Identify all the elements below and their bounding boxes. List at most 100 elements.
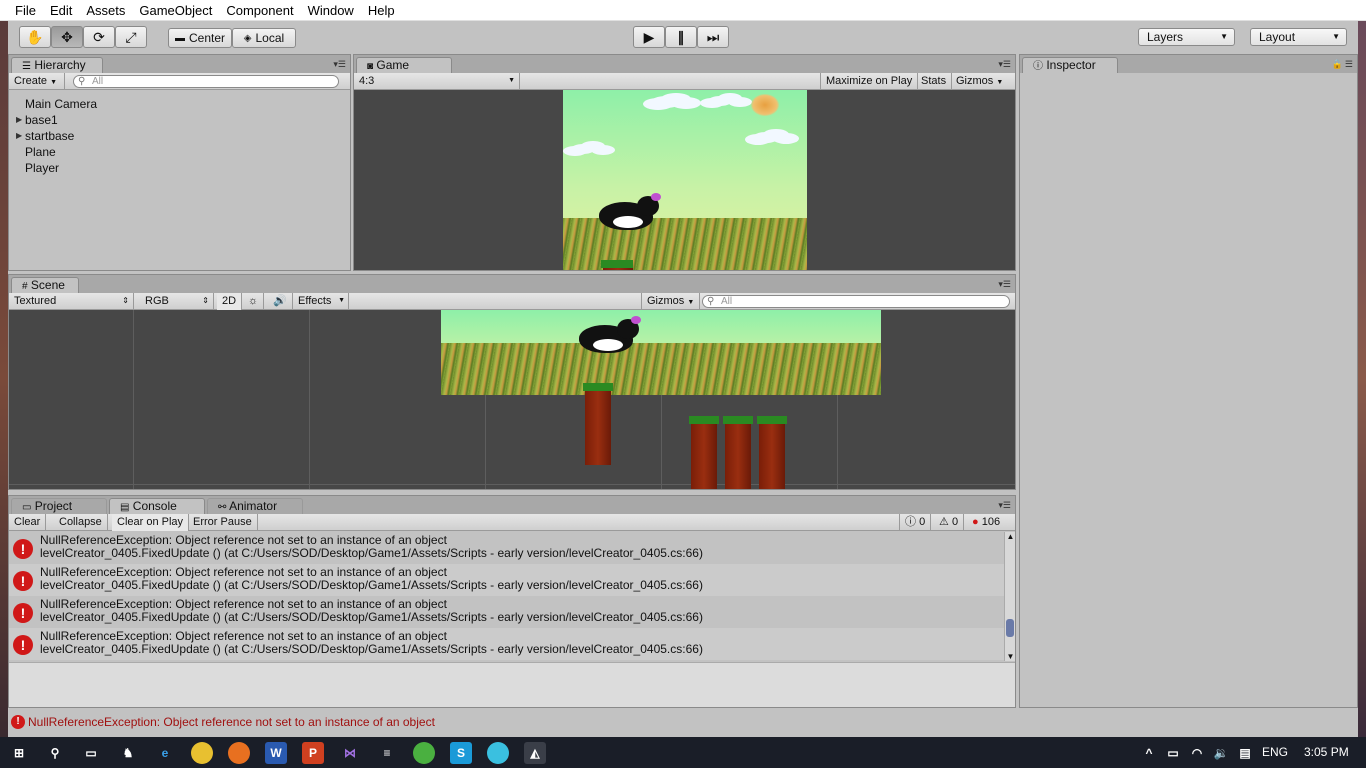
step-button[interactable]: ⏭ [697,26,729,48]
chevron-up-icon[interactable]: ^ [1138,742,1160,764]
lock-icon[interactable]: 🔒 [1332,59,1343,70]
windows-start-icon[interactable]: ⊞ [8,742,30,764]
hierarchy-item-main-camera[interactable]: Main Camera [25,97,97,111]
skype-icon[interactable]: S [450,742,472,764]
log-stacktrace: levelCreator_0405.FixedUpdate () (at C:/… [40,578,703,592]
layers-dropdown[interactable]: Layers ▼ [1138,28,1235,46]
game-icon: ◙ [367,61,374,72]
wifi-icon[interactable]: ◠ [1186,742,1208,764]
menu-help[interactable]: Help [361,0,402,21]
scrollbar-thumb[interactable] [1006,619,1014,637]
console-tabrow: ▭ Project ▤ Console ⚯ Animator ▾☰ [9,496,1015,514]
panel-menu-icon[interactable]: ▾☰ [998,59,1011,70]
menu-file[interactable]: File [8,0,43,21]
chrome-icon[interactable] [191,742,213,764]
hierarchy-search-input[interactable]: ⚲ All [73,75,339,88]
panel-menu-icon[interactable]: ☰ [1345,59,1353,70]
app-icon-3[interactable] [487,742,509,764]
volume-icon[interactable]: 🔉 [1210,742,1232,764]
log-stacktrace: levelCreator_0405.FixedUpdate () (at C:/… [40,610,703,624]
panel-menu-icon[interactable]: ▾☰ [333,59,346,70]
scene-gizmos-dropdown[interactable]: Gizmos ▼ [641,293,701,310]
clear-on-play-toggle[interactable]: Clear on Play [112,514,190,531]
hierarchy-item-base1[interactable]: ▶ base1 [16,113,58,127]
audio-toggle[interactable]: 🔊 [268,293,293,310]
expand-arrow-icon[interactable]: ▶ [16,115,22,124]
language-indicator[interactable]: ENG [1262,745,1288,759]
layout-dropdown[interactable]: Layout ▼ [1250,28,1347,46]
console-scrollbar[interactable]: ▲ ▼ [1004,532,1015,661]
notification-icon[interactable]: ▤ [1234,742,1256,764]
log-entry[interactable]: ! NullReferenceException: Object referen… [9,628,1004,660]
warning-filter-toggle[interactable]: ⚠ 0 [934,514,965,531]
2d-toggle[interactable]: 2D [217,293,243,310]
pivot-center-button[interactable]: ▬ Center [168,28,232,48]
collapse-toggle[interactable]: Collapse [54,514,108,531]
log-entry[interactable]: ! NullReferenceException: Object referen… [9,596,1004,628]
rotate-tool-button[interactable]: ⟳ [83,26,115,48]
scroll-up-icon[interactable]: ▲ [1005,532,1016,541]
pause-button[interactable]: ∥ [665,26,697,48]
maximize-on-play-toggle[interactable]: Maximize on Play [820,73,919,90]
visual-studio-icon[interactable]: ⋈ [339,742,361,764]
space-local-button[interactable]: ◈ Local [232,28,296,48]
console-detail-area[interactable] [9,662,1015,707]
menu-edit[interactable]: Edit [43,0,79,21]
menu-component[interactable]: Component [219,0,300,21]
scene-background-sprite [441,310,881,395]
internet-explorer-icon[interactable]: e [154,742,176,764]
unity-icon[interactable]: ◭ [524,742,546,764]
word-icon[interactable]: W [265,742,287,764]
hierarchy-item-plane[interactable]: Plane [25,145,56,159]
tab-animator[interactable]: ⚯ Animator [207,498,303,514]
create-dropdown[interactable]: Create ▼ [9,73,65,90]
color-mode-dropdown[interactable]: RGB ⇕ [140,293,214,310]
error-pause-toggle[interactable]: Error Pause [188,514,258,531]
info-filter-toggle[interactable]: ⓘ 0 [899,514,932,531]
stats-toggle[interactable]: Stats [916,73,953,90]
menu-window[interactable]: Window [301,0,361,21]
tab-inspector[interactable]: ⓘ Inspector [1022,57,1118,73]
tab-hierarchy[interactable]: ☰ Hierarchy [11,57,103,73]
move-tool-button[interactable]: ✥ [51,26,83,48]
scroll-down-icon[interactable]: ▼ [1005,652,1016,661]
app-icon-2[interactable] [413,742,435,764]
scene-search-input[interactable]: ⚲ All [702,295,1010,308]
game-viewport[interactable] [354,90,1015,270]
error-filter-toggle[interactable]: ● 106 [967,514,1005,531]
tab-console[interactable]: ▤ Console [109,498,205,514]
scale-tool-button[interactable]: ⤢ [115,26,147,48]
tab-game[interactable]: ◙ Game [356,57,452,73]
status-bar[interactable]: ! NullReferenceException: Object referen… [8,710,1358,734]
file-explorer-icon[interactable]: ≡ [376,742,398,764]
menu-assets[interactable]: Assets [79,0,132,21]
firefox-icon[interactable] [228,742,250,764]
hierarchy-item-startbase[interactable]: ▶ startbase [16,129,74,143]
aspect-dropdown[interactable]: 4:3 ▼ [354,73,520,90]
log-entry[interactable]: ! NullReferenceException: Object referen… [9,564,1004,596]
clear-button[interactable]: Clear [9,514,47,531]
console-log-list[interactable]: ! NullReferenceException: Object referen… [9,532,1004,661]
lighting-toggle[interactable]: ☼ [243,293,265,310]
powerpoint-icon[interactable]: P [302,742,324,764]
hierarchy-item-label: Player [25,161,60,175]
app-icon-1[interactable]: ♞ [117,742,139,764]
panel-menu-icon[interactable]: ▾☰ [998,500,1011,511]
game-gizmos-dropdown[interactable]: Gizmos ▼ [951,73,1008,90]
log-entry[interactable]: ! NullReferenceException: Object referen… [9,532,1004,564]
effects-dropdown[interactable]: Effects ▼ [293,293,349,310]
clock[interactable]: 3:05 PM [1304,745,1349,759]
scene-viewport[interactable] [9,310,1015,489]
menu-gameobject[interactable]: GameObject [132,0,219,21]
render-mode-dropdown[interactable]: Textured ⇕ [9,293,134,310]
search-icon[interactable]: ⚲ [44,742,66,764]
panel-menu-icon[interactable]: ▾☰ [998,279,1011,290]
expand-arrow-icon[interactable]: ▶ [16,131,22,140]
tab-scene[interactable]: # Scene [11,277,79,293]
battery-icon[interactable]: ▭ [1162,742,1184,764]
play-button[interactable]: ▶ [633,26,665,48]
tab-project[interactable]: ▭ Project [11,498,107,514]
task-view-icon[interactable]: ▭ [80,742,102,764]
hand-tool-button[interactable]: ✋ [19,26,51,48]
hierarchy-item-player[interactable]: Player [25,161,59,175]
